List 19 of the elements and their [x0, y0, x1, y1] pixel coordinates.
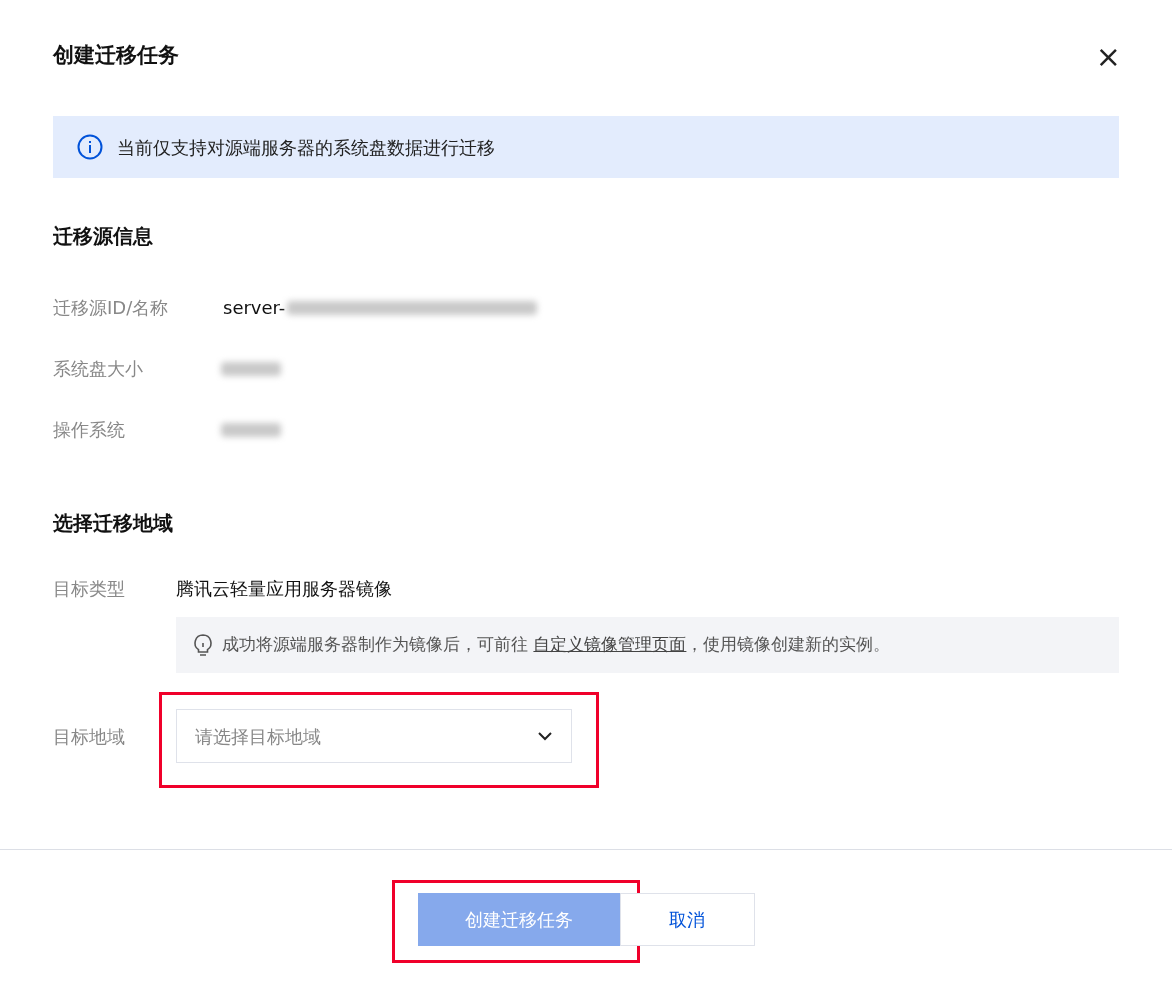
section-heading: 选择迁移地域: [53, 510, 174, 537]
region-select[interactable]: 请选择目标地域: [176, 709, 572, 763]
section-heading: 迁移源信息: [53, 223, 154, 250]
page-link[interactable]: 自定义镜像管理页面: [533, 634, 687, 655]
tip-text: 成功将源端服务器制作为镜像后，可前往 自定义镜像管理页面，使用镜像创建新的实例。: [222, 633, 891, 657]
field-label: 目标地域: [53, 724, 126, 749]
info-icon: [77, 134, 103, 160]
dialog-title: 创建迁移任务: [53, 42, 179, 70]
field-label: 操作系统: [53, 418, 126, 442]
field-value: server-: [223, 296, 286, 320]
lightbulb-icon: [192, 633, 214, 657]
field-label: 迁移源ID/名称: [53, 296, 170, 320]
field-label: 目标类型: [53, 576, 126, 601]
cancel-button[interactable]: 取消: [619, 893, 755, 946]
field-value: 腾讯云轻量应用服务器镜像: [176, 576, 392, 601]
field-label: 系统盘大小: [53, 357, 144, 381]
chevron-down-icon: [537, 731, 553, 741]
notice-text: 当前仅支持对源端服务器的系统盘数据进行迁移: [117, 135, 495, 160]
close-button[interactable]: ×: [1095, 42, 1121, 72]
